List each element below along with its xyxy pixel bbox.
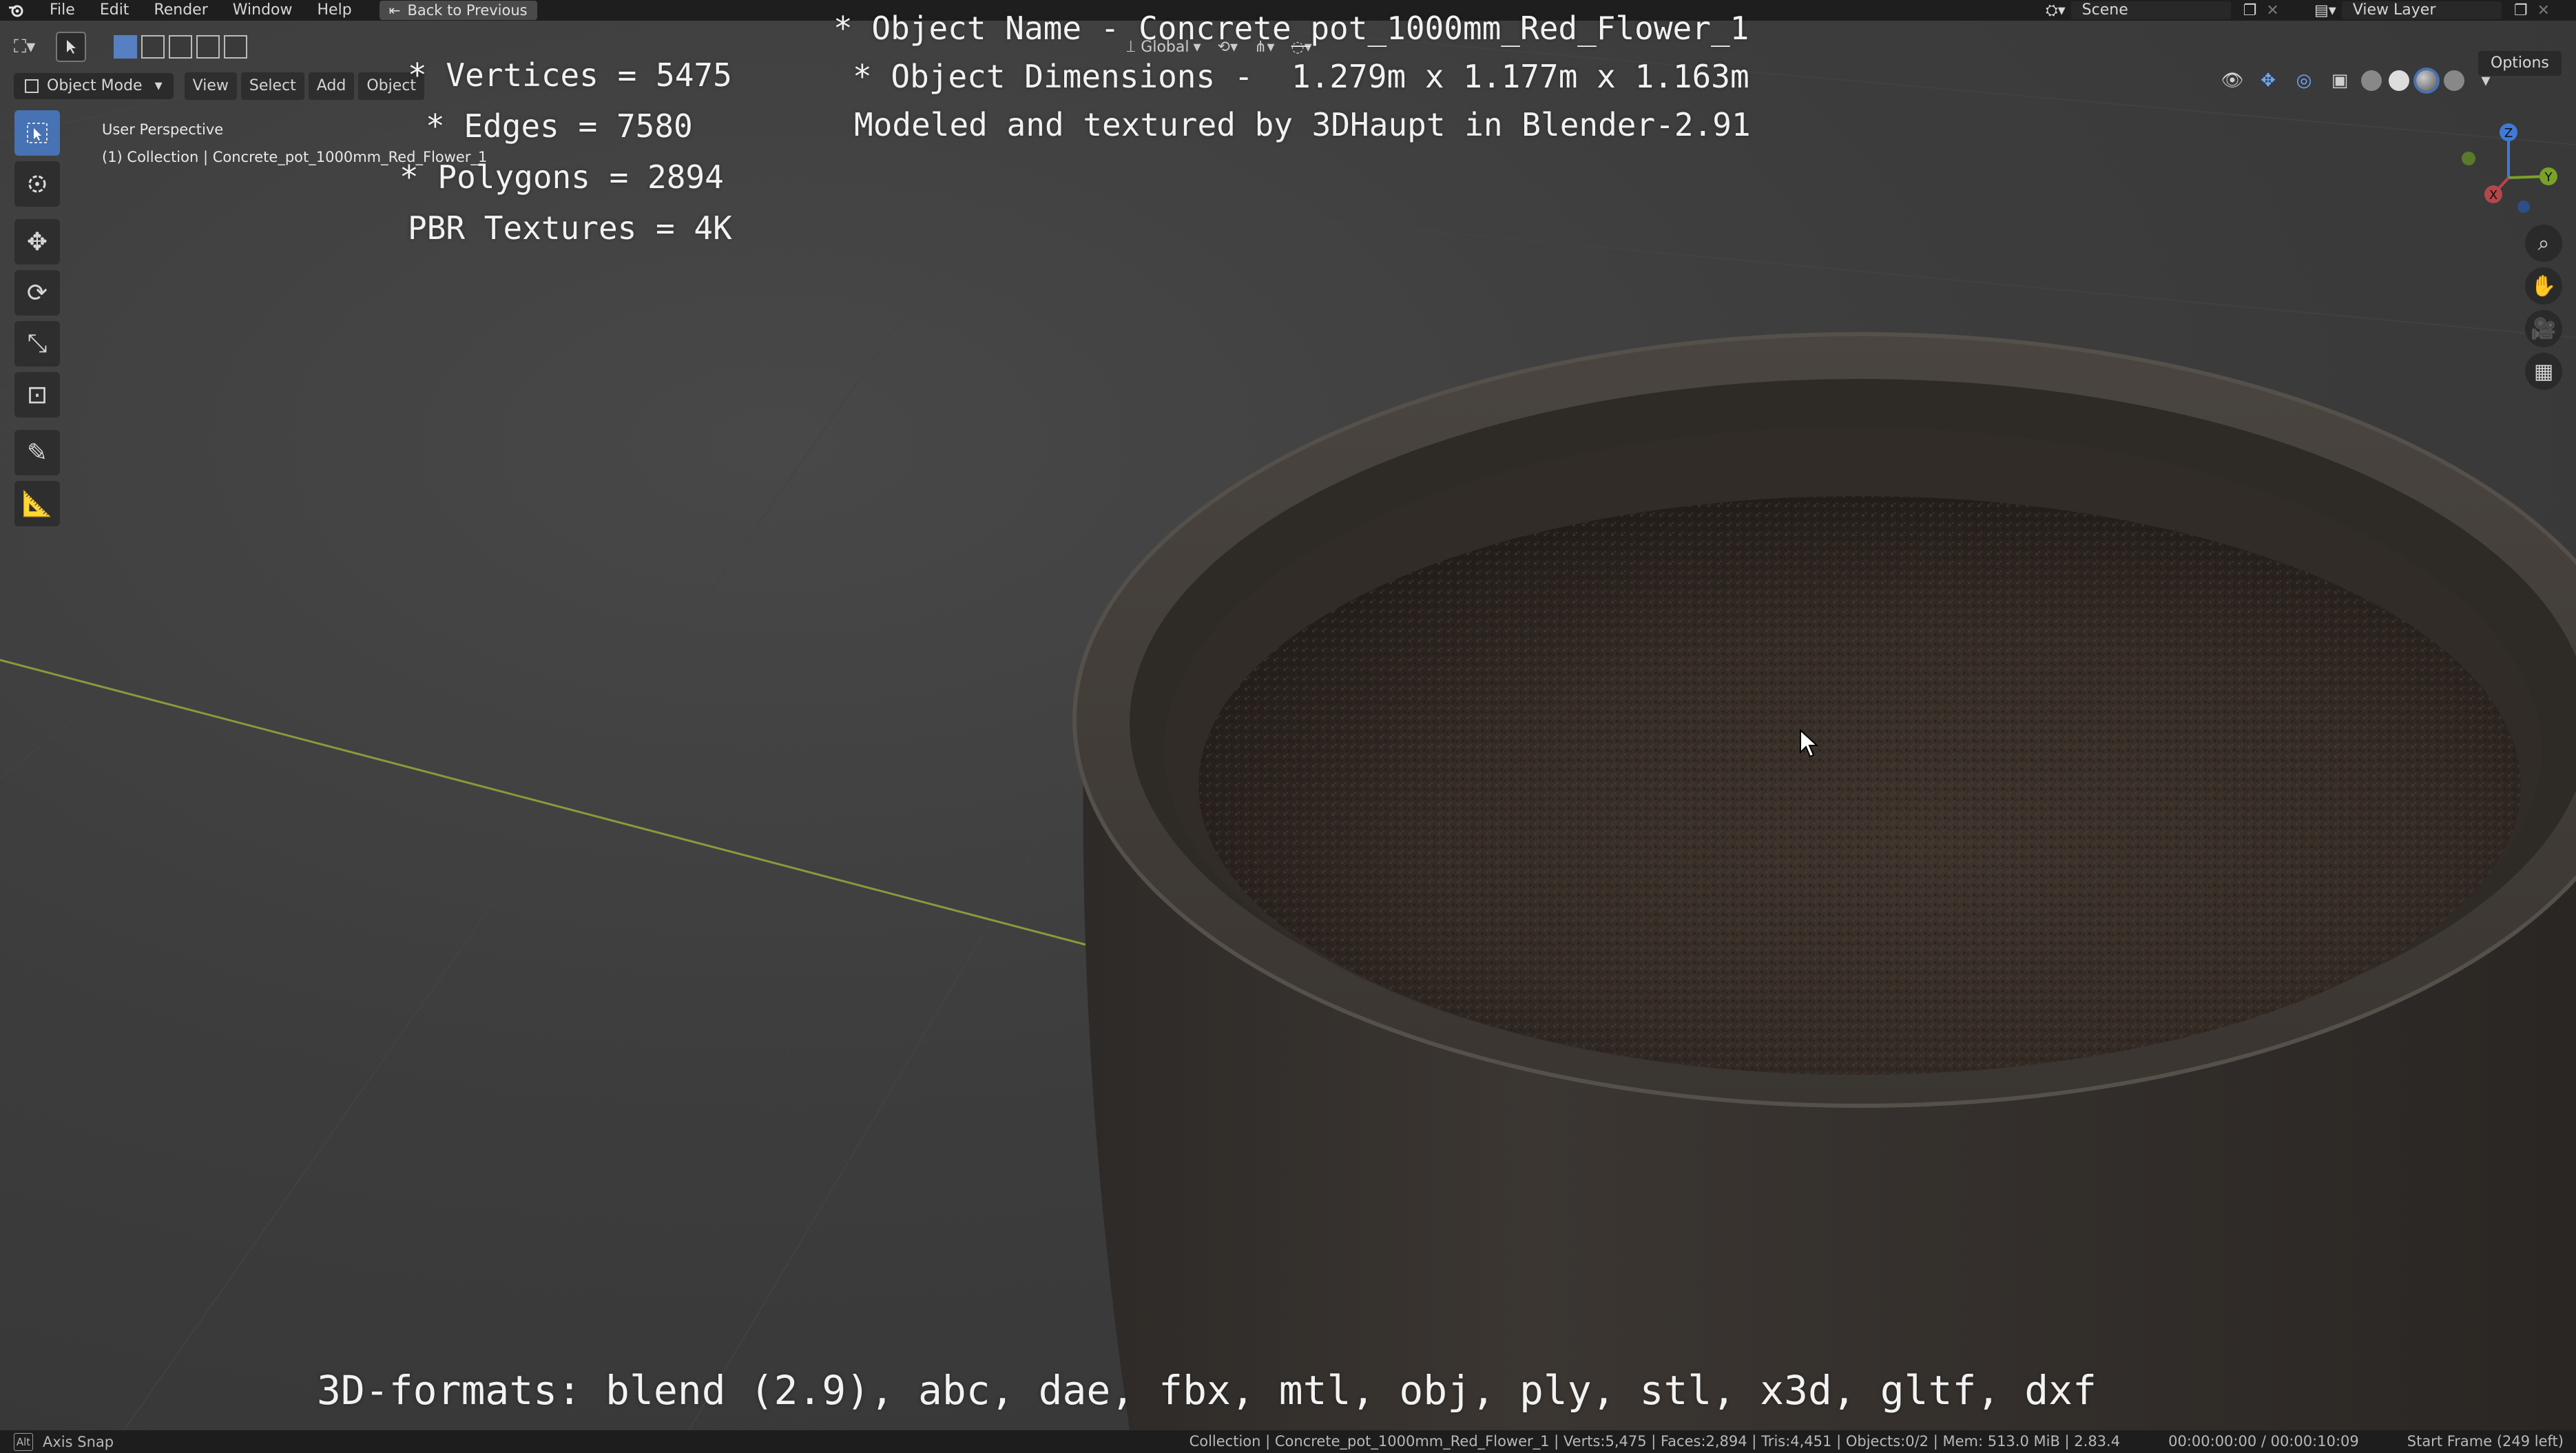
left-toolbar: ✥ ⟳ ⤡ ⊡ ✎ 📐 — [12, 110, 62, 532]
transform-tool-icon[interactable]: ⊡ — [14, 372, 60, 418]
view-layer-name-field[interactable]: View Layer — [2341, 1, 2502, 19]
object-mode-label: Object Mode — [47, 77, 143, 94]
polygons-overlay: * Polygons = 2894 — [399, 158, 724, 196]
move-tool-icon[interactable]: ✥ — [14, 219, 60, 265]
modeled-by-overlay: Modeled and textured by 3DHaupt in Blend… — [854, 106, 1751, 143]
navigation-buttons: ⌕ ✋ 🎥 ▦ — [2525, 225, 2562, 395]
new-view-layer-icon[interactable]: ❐ — [2514, 2, 2528, 19]
scale-tool-icon[interactable]: ⤡ — [14, 321, 60, 367]
select-invert-icon[interactable] — [196, 35, 220, 59]
material-preview-shading-icon[interactable] — [2416, 70, 2437, 91]
solid-shading-icon[interactable] — [2389, 70, 2409, 91]
start-frame-info: Start Frame (249 left) — [2407, 1433, 2564, 1450]
object-name-overlay: * Object Name - Concrete_pot_1000mm_Red_… — [833, 10, 1749, 47]
object-mode-dropdown[interactable]: Object Mode ▾ — [14, 73, 174, 99]
mouse-cursor-icon — [1800, 729, 1819, 758]
add-menu[interactable]: Add — [308, 72, 355, 100]
camera-view-icon[interactable]: 🎥 — [2525, 310, 2562, 347]
shading-options-icon[interactable]: ▾ — [2471, 66, 2500, 95]
select-box-tool-icon[interactable] — [14, 110, 60, 156]
axis-snap-hint: Axis Snap — [43, 1433, 114, 1450]
annotate-tool-icon[interactable]: ✎ — [14, 430, 60, 475]
wireframe-shading-icon[interactable] — [2361, 70, 2382, 91]
pbr-textures-overlay: PBR Textures = 4K — [408, 209, 732, 247]
pan-hand-icon[interactable]: ✋ — [2525, 267, 2562, 305]
select-tool-icon[interactable] — [56, 32, 87, 62]
blender-logo-icon[interactable] — [6, 0, 26, 21]
cursor-tool-icon[interactable] — [14, 161, 60, 207]
back-to-previous-button[interactable]: ⇤ Back to Previous — [379, 1, 537, 20]
overlay-toggle-icon[interactable]: ◎ — [2289, 66, 2318, 95]
selection-mode-group — [114, 35, 251, 59]
rendered-shading-icon[interactable] — [2444, 70, 2464, 91]
select-extend-icon[interactable] — [141, 35, 165, 59]
viewport-display-controls: 👁 ✥ ◎ ▣ ▾ — [2211, 66, 2500, 95]
object-dimensions-overlay: * Object Dimensions - 1.279m x 1.177m x … — [853, 58, 1749, 95]
menu-file[interactable]: File — [37, 0, 87, 21]
scene-statistics: Collection | Concrete_pot_1000mm_Red_Flo… — [1189, 1433, 2121, 1450]
status-bar: Alt Axis Snap Collection | Concrete_pot_… — [0, 1430, 2576, 1453]
view-layer-icon: ▤▾ — [2314, 1, 2336, 19]
3d-viewport[interactable]: Options — [0, 21, 2576, 1430]
view-layer-selector[interactable]: ▤▾ View Layer ❐ ✕ — [2314, 0, 2550, 21]
select-new-icon[interactable] — [114, 35, 138, 59]
select-menu[interactable]: Select — [240, 72, 304, 100]
scene-selector[interactable]: ⛭▾ Scene ❐ ✕ — [2046, 0, 2279, 21]
gizmo-z-label: Z — [2504, 126, 2513, 141]
rotate-tool-icon[interactable]: ⟳ — [14, 270, 60, 316]
remove-view-layer-icon[interactable]: ✕ — [2537, 2, 2550, 19]
scene-name-field[interactable]: Scene — [2070, 1, 2231, 19]
alt-key-icon: Alt — [14, 1432, 33, 1451]
gizmo-x-label: X — [2489, 188, 2497, 203]
gizmo-y-label: Y — [2544, 170, 2553, 185]
x-axis-line — [0, 659, 1110, 952]
editor-type-icon[interactable]: ⛶▾ — [14, 37, 35, 58]
edges-overlay: * Edges = 7580 — [426, 107, 693, 145]
back-icon: ⇤ — [388, 2, 401, 19]
object-mode-icon — [25, 79, 39, 93]
select-intersect-icon[interactable] — [224, 35, 248, 59]
perspective-grid-icon[interactable]: ▦ — [2525, 353, 2562, 390]
new-scene-icon[interactable]: ❐ — [2243, 2, 2257, 19]
measure-tool-icon[interactable]: 📐 — [14, 481, 60, 526]
menu-render[interactable]: Render — [141, 0, 220, 21]
scene-icon: ⛭▾ — [2046, 1, 2066, 19]
vertices-overlay: * Vertices = 5475 — [408, 56, 732, 94]
select-subtract-icon[interactable] — [169, 35, 193, 59]
zoom-icon[interactable]: ⌕ — [2525, 225, 2562, 262]
navigation-gizmo[interactable]: Z Y X — [2452, 117, 2569, 220]
gizmo-toggle-icon[interactable]: ✥ — [2254, 66, 2283, 95]
view-menu[interactable]: View — [184, 72, 237, 100]
xray-toggle-icon[interactable]: ▣ — [2325, 66, 2354, 95]
object-visibility-icon[interactable]: 👁 — [2218, 66, 2247, 95]
gizmo-neg-y-axis[interactable] — [2462, 152, 2475, 165]
formats-overlay: 3D-formats: blend (2.9), abc, dae, fbx, … — [317, 1367, 2097, 1414]
scene-render — [0, 21, 2576, 1430]
menu-window[interactable]: Window — [220, 0, 305, 21]
menu-edit[interactable]: Edit — [87, 0, 142, 21]
remove-scene-icon[interactable]: ✕ — [2266, 2, 2278, 19]
back-to-previous-label: Back to Previous — [407, 2, 528, 19]
menu-help[interactable]: Help — [305, 0, 364, 21]
gizmo-neg-z-axis[interactable] — [2517, 200, 2530, 213]
timeline-time: 00:00:00:00 / 00:00:10:09 — [2168, 1433, 2359, 1450]
